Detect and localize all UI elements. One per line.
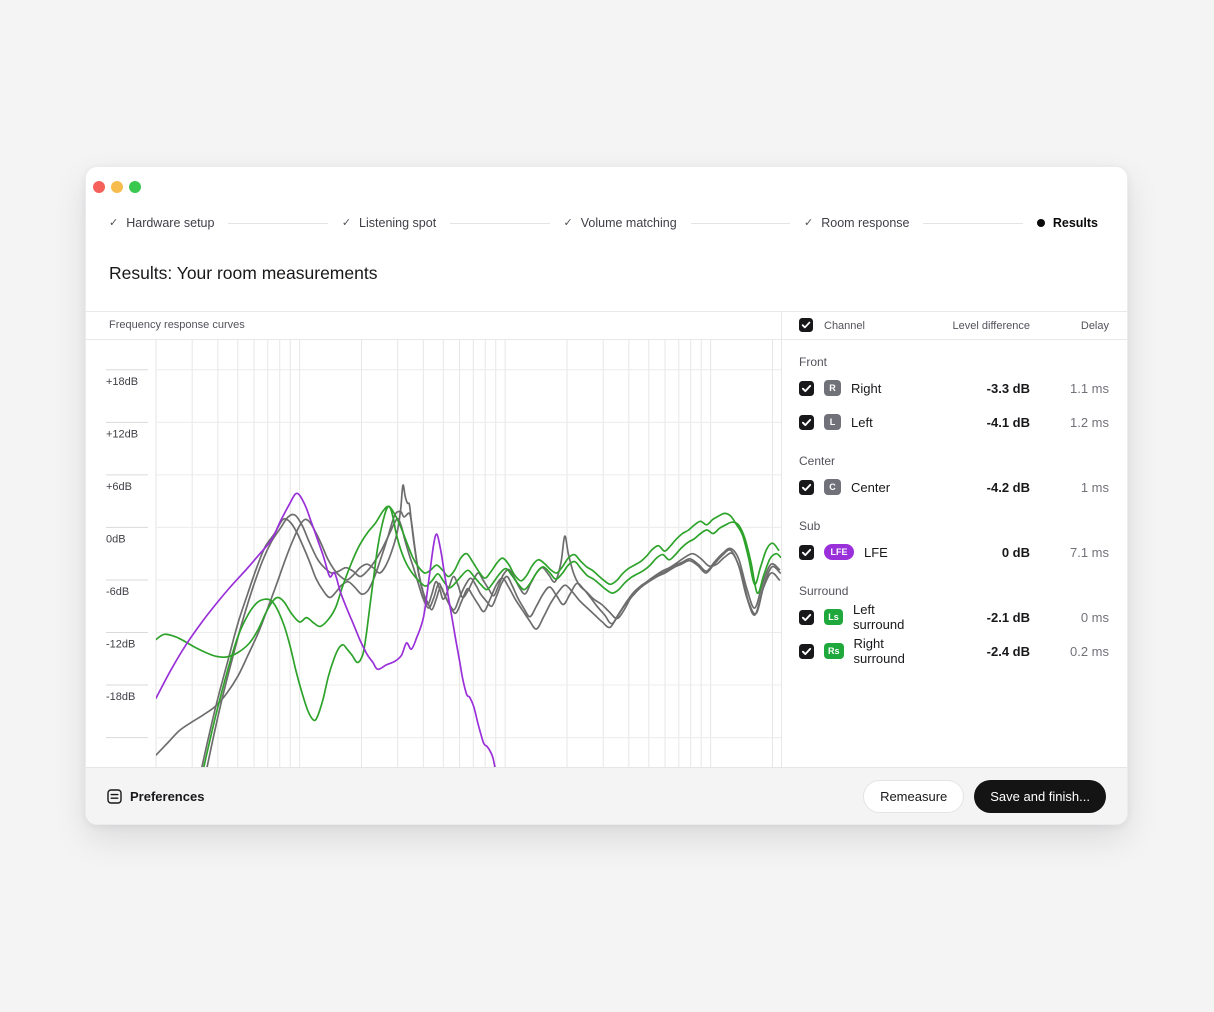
step-done-check-icon: ✓ <box>804 218 813 229</box>
y-axis-label: +12dB <box>106 428 138 440</box>
frequency-response-chart: +18dB +12dB +6dB 0dB -6dB -12dB -18dB <box>86 340 781 767</box>
channel-delay: 0 ms <box>1040 610 1109 625</box>
stepper-step-hardware-setup[interactable]: ✓ Hardware setup <box>109 216 214 230</box>
channel-name: Left <box>851 415 925 430</box>
channel-badge: Ls <box>824 609 843 625</box>
step-done-check-icon: ✓ <box>109 218 118 229</box>
select-all-checkbox[interactable] <box>799 318 814 333</box>
stepper-connector-line <box>228 223 327 224</box>
stepper-step-results[interactable]: Results <box>1037 216 1098 230</box>
channel-group-title-sub: Sub <box>782 504 1127 535</box>
channel-row-right-surround[interactable]: Rs Right surround -2.4 dB 0.2 ms <box>782 634 1127 668</box>
y-axis-label: -12dB <box>106 638 135 650</box>
channel-checkbox[interactable] <box>799 381 814 396</box>
channel-badge: L <box>824 414 841 430</box>
footer-actions: Remeasure Save and finish... <box>863 780 1106 813</box>
chart-panel-header: Frequency response curves <box>86 312 781 340</box>
channel-delay: 0.2 ms <box>1040 644 1109 659</box>
channel-delay: 7.1 ms <box>1040 545 1109 560</box>
channel-name: Right <box>851 381 925 396</box>
stepper-step-listening-spot[interactable]: ✓ Listening spot <box>342 216 436 230</box>
window-close-button[interactable] <box>93 181 105 193</box>
window-minimize-button[interactable] <box>111 181 123 193</box>
channel-checkbox[interactable] <box>799 610 814 625</box>
channel-name: Left surround <box>853 602 925 632</box>
preferences-icon <box>107 789 122 804</box>
channel-row-left-surround[interactable]: Ls Left surround -2.1 dB 0 ms <box>782 600 1127 634</box>
response-curve-l <box>206 514 780 767</box>
step-current-dot-icon <box>1037 219 1045 227</box>
stepper-step-volume-matching[interactable]: ✓ Volume matching <box>564 216 677 230</box>
channel-row-right[interactable]: R Right -3.3 dB 1.1 ms <box>782 371 1127 405</box>
channel-checkbox[interactable] <box>799 545 814 560</box>
stepper-connector-line <box>691 223 790 224</box>
step-done-check-icon: ✓ <box>342 218 351 229</box>
channel-name: Right surround <box>854 636 925 666</box>
frequency-response-panel: Frequency response curves +18dB +12dB +6dB… <box>86 312 781 767</box>
preferences-label: Preferences <box>130 789 204 804</box>
channel-level-difference: -2.4 dB <box>935 644 1030 659</box>
wizard-stepper: ✓ Hardware setup ✓ Listening spot ✓ Volume ma… <box>86 207 1127 239</box>
step-label: Results <box>1053 216 1098 230</box>
channel-group-title-center: Center <box>782 439 1127 470</box>
channel-checkbox[interactable] <box>799 480 814 495</box>
channel-level-difference: -4.2 dB <box>935 480 1030 495</box>
channel-checkbox[interactable] <box>799 644 814 659</box>
app-window: ✓ Hardware setup ✓ Listening spot ✓ Volume ma… <box>85 166 1128 825</box>
y-axis-label: +18dB <box>106 376 138 388</box>
preferences-button[interactable]: Preferences <box>107 789 204 804</box>
channel-level-difference: 0 dB <box>935 545 1030 560</box>
y-axis-label: +6dB <box>106 481 132 493</box>
channel-level-difference: -4.1 dB <box>935 415 1030 430</box>
channel-group-title-front: Front <box>782 340 1127 371</box>
response-curve-lfe <box>156 493 499 767</box>
channels-table-header: Channel Level difference Delay <box>782 312 1127 340</box>
stepper-connector-line <box>923 223 1022 224</box>
step-done-check-icon: ✓ <box>564 218 573 229</box>
page-title: Results: Your room measurements <box>109 261 1127 285</box>
step-label: Volume matching <box>581 216 677 230</box>
channel-level-difference: -2.1 dB <box>935 610 1030 625</box>
response-curve-rs <box>201 506 781 767</box>
channel-name: LFE <box>864 545 925 560</box>
channel-badge: LFE <box>824 544 854 560</box>
channel-groups: Front R Right -3.3 dB 1.1 ms L Left -4.1 dB 1.2 … <box>782 340 1127 668</box>
channels-panel: Channel Level difference Delay Front R Rig… <box>781 312 1127 767</box>
save-and-finish-button[interactable]: Save and finish... <box>974 780 1106 813</box>
delay-column-header: Delay <box>1040 320 1109 332</box>
footer-bar: Preferences Remeasure Save and finish... <box>86 767 1127 824</box>
y-axis-label: 0dB <box>106 533 126 545</box>
channel-level-difference: -3.3 dB <box>935 381 1030 396</box>
channel-delay: 1.2 ms <box>1040 415 1109 430</box>
channel-delay: 1 ms <box>1040 480 1109 495</box>
window-titlebar <box>86 167 1127 207</box>
channel-column-header: Channel <box>824 320 925 332</box>
channel-row-center[interactable]: C Center -4.2 dB 1 ms <box>782 470 1127 504</box>
level-difference-column-header: Level difference <box>935 320 1030 332</box>
step-label: Hardware setup <box>126 216 214 230</box>
main-content: Frequency response curves +18dB +12dB +6dB… <box>86 311 1127 767</box>
channel-row-lfe[interactable]: LFE LFE 0 dB 7.1 ms <box>782 535 1127 569</box>
channel-badge: C <box>824 479 841 495</box>
channel-badge: Rs <box>824 643 844 659</box>
channel-row-left[interactable]: L Left -4.1 dB 1.2 ms <box>782 405 1127 439</box>
channel-name: Center <box>851 480 925 495</box>
stepper-connector-line <box>450 223 549 224</box>
y-axis-label: -6dB <box>106 586 129 598</box>
step-label: Listening spot <box>359 216 436 230</box>
stepper-step-room-response[interactable]: ✓ Room response <box>804 216 909 230</box>
channel-badge: R <box>824 380 841 396</box>
response-curve-c <box>156 485 779 755</box>
channel-group-title-surround: Surround <box>782 569 1127 600</box>
channel-delay: 1.1 ms <box>1040 381 1109 396</box>
y-axis-label: -18dB <box>106 691 135 703</box>
channel-checkbox[interactable] <box>799 415 814 430</box>
chart-panel-title: Frequency response curves <box>109 319 245 331</box>
step-label: Room response <box>821 216 909 230</box>
remeasure-button[interactable]: Remeasure <box>863 780 964 813</box>
window-zoom-button[interactable] <box>129 181 141 193</box>
